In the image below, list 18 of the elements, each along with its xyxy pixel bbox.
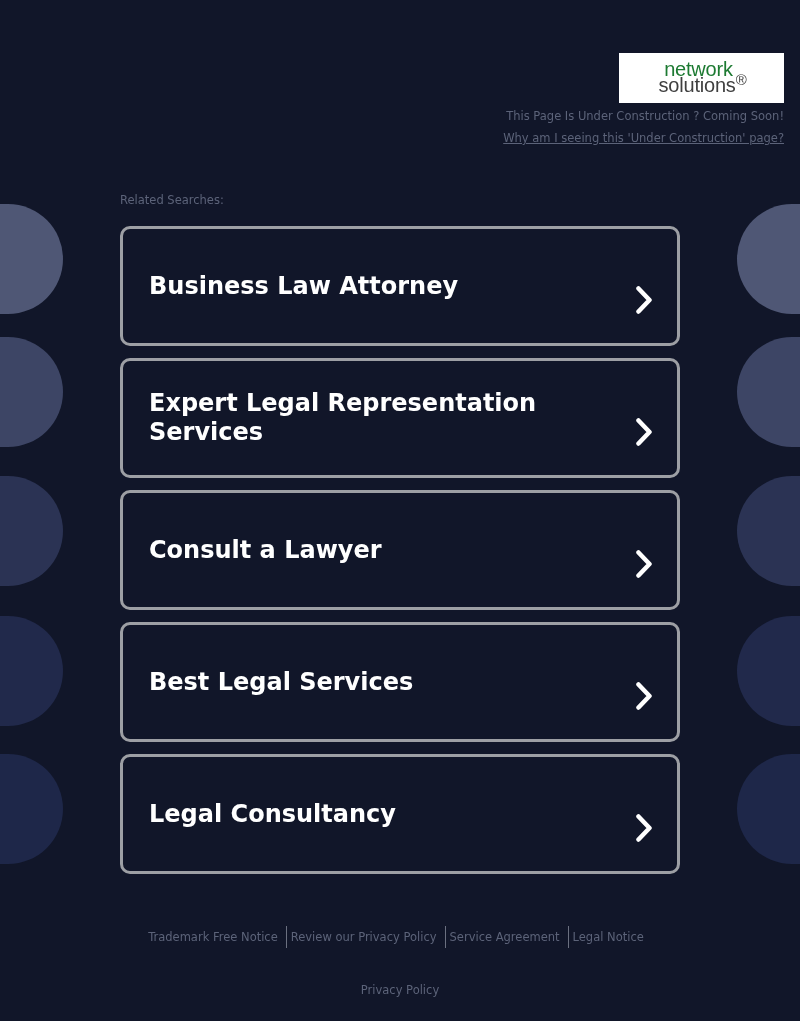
related-search-link[interactable]: Expert Legal Representation Services [120, 358, 680, 478]
chevron-right-icon [636, 286, 652, 314]
chevron-right-icon [636, 418, 652, 446]
related-searches-heading: Related Searches: [120, 192, 225, 208]
footer-link[interactable]: Trademark Free Notice [148, 929, 278, 945]
related-search-link[interactable]: Consult a Lawyer [120, 490, 680, 610]
related-search-link[interactable]: Business Law Attorney [120, 226, 680, 346]
construction-notice: This Page Is Under Construction ? Coming Soon! [506, 108, 784, 124]
related-search-link[interactable]: Legal Consultancy [120, 754, 680, 874]
footer-link[interactable]: Review our Privacy Policy [290, 929, 437, 945]
privacy-policy-link[interactable]: Privacy Policy [360, 982, 440, 998]
chevron-right-icon [636, 814, 652, 842]
chevron-right-icon [636, 682, 652, 710]
footer-link[interactable]: Service Agreement [449, 929, 560, 945]
footer-link[interactable]: Legal Notice [572, 929, 644, 945]
related-search-link[interactable]: Best Legal Services [120, 622, 680, 742]
logo-text: network [664, 62, 733, 77]
chevron-right-icon [636, 550, 652, 578]
